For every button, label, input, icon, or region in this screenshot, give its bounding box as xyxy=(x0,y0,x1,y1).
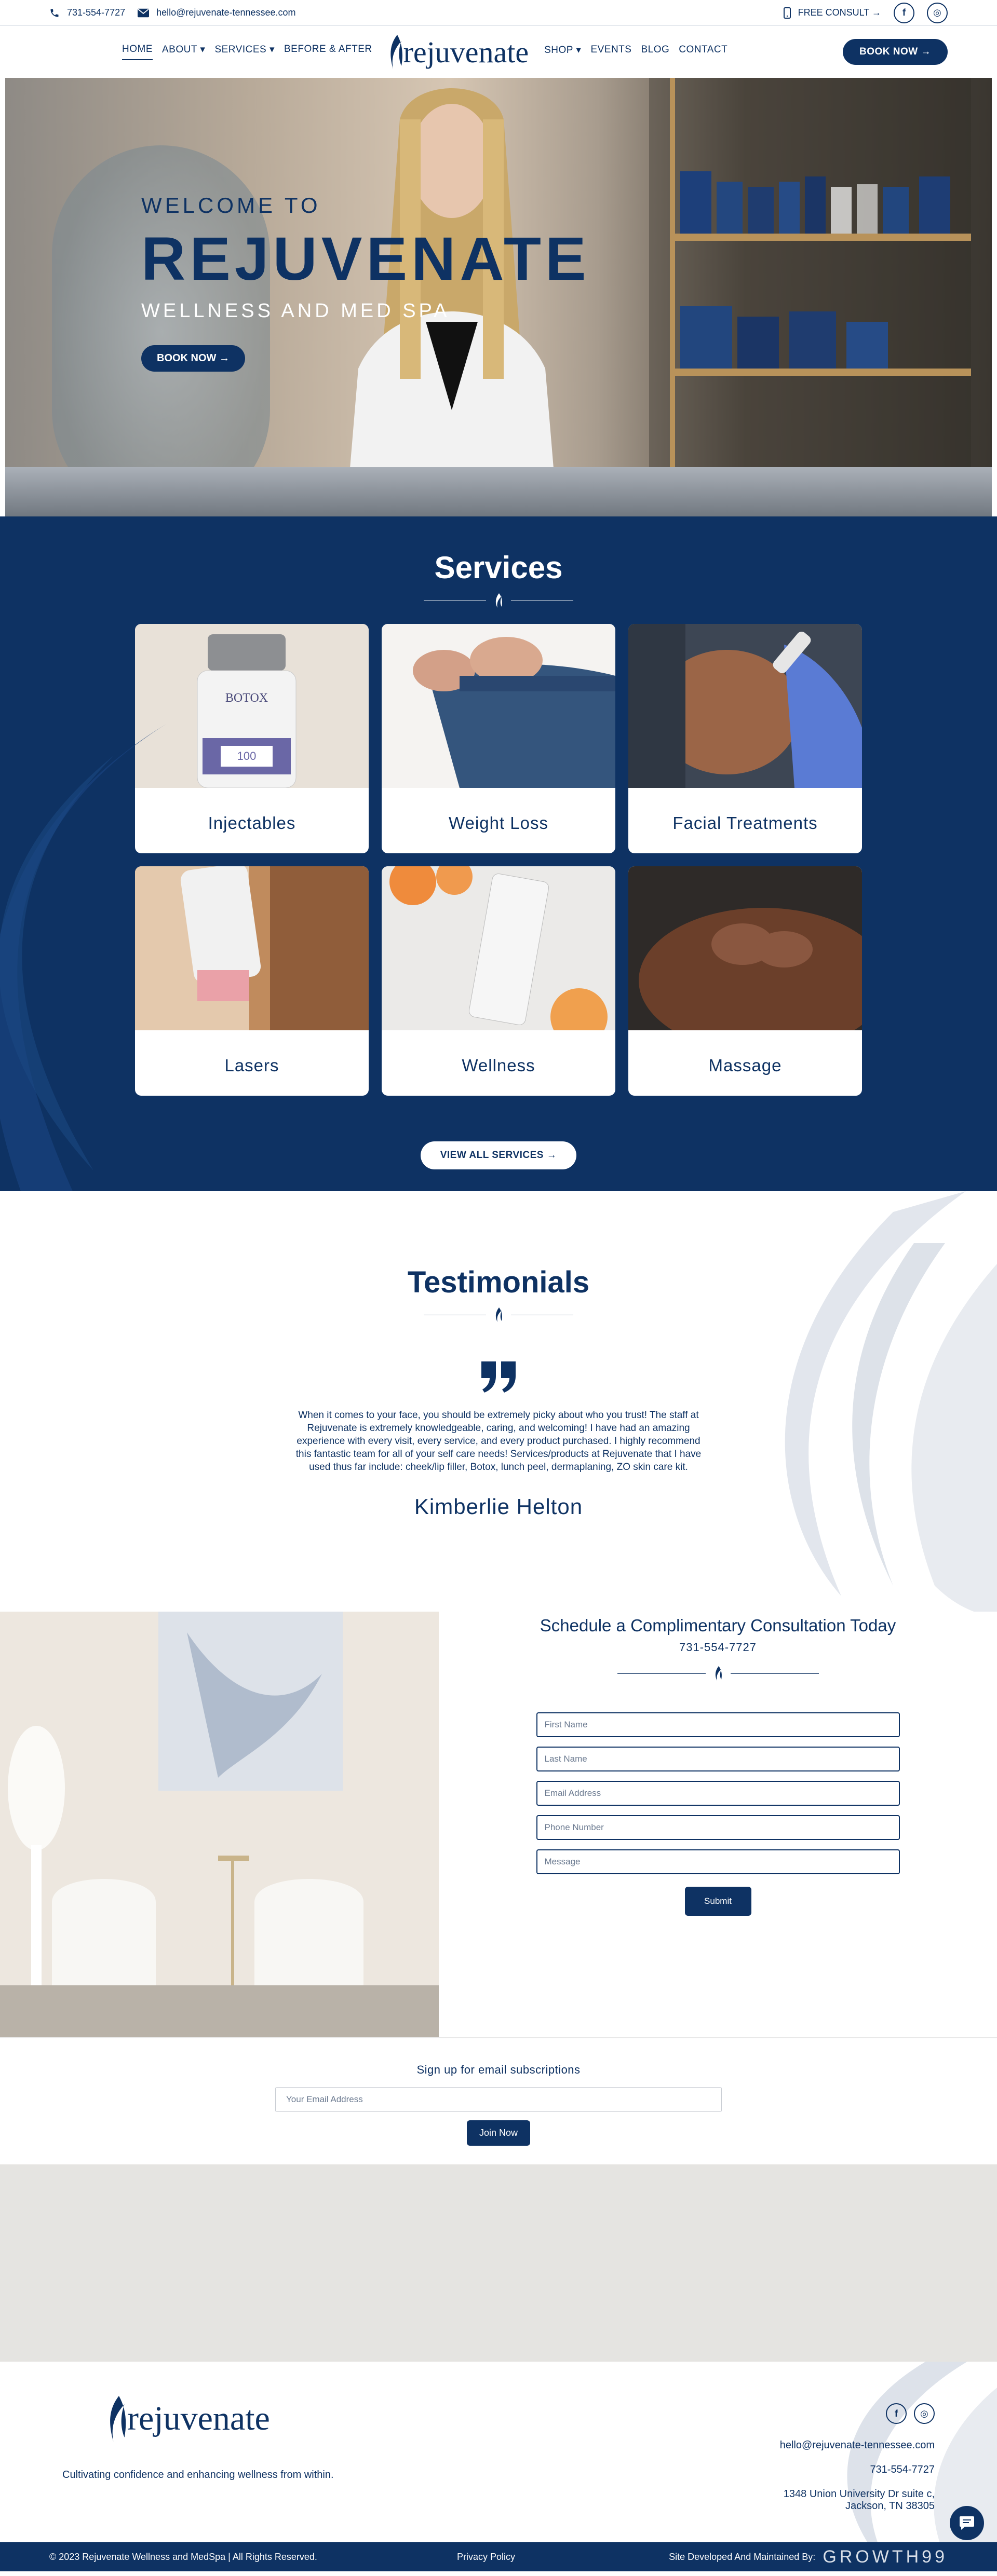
facebook-icon[interactable]: f xyxy=(894,2,914,23)
consultation-form: First Name Last Name Email Address Phone… xyxy=(536,1712,900,1916)
footer-contact: f ◎ hello@rejuvenate-tennessee.com 731-5… xyxy=(780,2403,935,2512)
testimonial-text: When it comes to your face, you should b… xyxy=(295,1410,702,1473)
hero-banner: WELCOME TO REJUVENATE WELLNESS AND MED S… xyxy=(5,78,992,516)
topbar-email-link[interactable]: hello@rejuvenate-tennessee.com xyxy=(138,7,296,18)
last-name-field[interactable]: Last Name xyxy=(536,1747,900,1771)
schedule-title-ornament xyxy=(439,1666,997,1681)
email-field[interactable]: Email Address xyxy=(536,1781,900,1806)
logo-text: rejuvenate xyxy=(403,35,529,69)
service-card-label: Wellness xyxy=(462,1056,535,1075)
message-field[interactable]: Message xyxy=(536,1849,900,1874)
footer-bottom-bar: © 2023 Rejuvenate Wellness and MedSpa | … xyxy=(0,2542,997,2571)
topbar-email-text: hello@rejuvenate-tennessee.com xyxy=(156,7,296,18)
service-card-massage[interactable]: Massage xyxy=(628,866,862,1096)
flame-ornament-icon xyxy=(715,1666,722,1681)
phone-field[interactable]: Phone Number xyxy=(536,1815,900,1840)
footer-phone[interactable]: 731-554-7727 xyxy=(780,2464,935,2476)
facial-treatments-image xyxy=(628,624,862,788)
schedule-section: Schedule a Complimentary Consultation To… xyxy=(0,1612,997,2037)
service-card-label: Facial Treatments xyxy=(672,813,818,833)
hero-floor-decor xyxy=(5,467,992,516)
topbar-phone-link[interactable]: 731-554-7727 xyxy=(49,7,125,18)
hero-welcome: WELCOME TO xyxy=(141,193,321,217)
service-card-label: Weight Loss xyxy=(449,813,548,833)
footer-logo-text: rejuvenate xyxy=(127,2400,270,2437)
nav-home[interactable]: HOME xyxy=(122,44,153,60)
privacy-policy-link[interactable]: Privacy Policy xyxy=(457,2552,515,2563)
mobile-phone-icon xyxy=(783,7,791,19)
footer-tagline: Cultivating confidence and enhancing wel… xyxy=(62,2469,334,2480)
hero-title: REJUVENATE xyxy=(141,225,590,293)
hero-text-block: WELCOME TO REJUVENATE WELLNESS AND MED S… xyxy=(141,193,590,372)
view-all-services-button[interactable]: VIEW ALL SERVICES → xyxy=(421,1141,576,1169)
newsletter-title: Sign up for email subscriptions xyxy=(416,2063,581,2076)
instagram-icon[interactable]: ◎ xyxy=(927,2,948,23)
testimonials-swirl-decor xyxy=(785,1191,997,1612)
nav-shop[interactable]: SHOP ▾ xyxy=(544,44,581,60)
mail-icon xyxy=(138,8,150,17)
flame-logo-icon xyxy=(110,2396,126,2442)
map-embed[interactable] xyxy=(0,2164,997,2362)
hero-book-now-button[interactable]: BOOK NOW → xyxy=(141,345,245,372)
nav-contact[interactable]: CONTACT xyxy=(679,44,727,60)
first-name-field[interactable]: First Name xyxy=(536,1712,900,1737)
service-card-wellness[interactable]: Wellness xyxy=(382,866,615,1096)
free-consult-label: FREE CONSULT → xyxy=(798,7,881,18)
newsletter-section: Sign up for email subscriptions Your Ema… xyxy=(0,2037,997,2164)
footer: rejuvenate Cultivating confidence and en… xyxy=(0,2362,997,2571)
nav-services[interactable]: SERVICES ▾ xyxy=(214,44,275,60)
chat-button[interactable] xyxy=(950,2506,984,2540)
nav-about[interactable]: ABOUT ▾ xyxy=(162,44,205,60)
chat-bubble-icon xyxy=(960,2516,974,2530)
wellness-image xyxy=(382,866,615,1045)
weight-loss-image xyxy=(382,624,615,788)
nav-events[interactable]: EVENTS xyxy=(590,44,631,60)
services-swirl-decor xyxy=(0,724,166,1191)
facebook-icon[interactable]: f xyxy=(886,2403,907,2424)
flame-ornament-icon xyxy=(495,1307,502,1322)
schedule-title: Schedule a Complimentary Consultation To… xyxy=(540,1616,896,1635)
growth99-logo[interactable]: GROWTH99 xyxy=(823,2547,948,2567)
schedule-phone[interactable]: 731-554-7727 xyxy=(439,1641,997,1654)
service-card-weight-loss[interactable]: Weight Loss xyxy=(382,624,615,853)
phone-icon xyxy=(50,9,59,17)
copyright-text: © 2023 Rejuvenate Wellness and MedSpa | … xyxy=(49,2551,317,2562)
flame-ornament-icon xyxy=(495,593,502,608)
footer-address-line2: Jackson, TN 38305 xyxy=(845,2500,935,2512)
developer-credit-text: Site Developed And Maintained By: xyxy=(669,2551,816,2562)
schedule-form-side: Schedule a Complimentary Consultation To… xyxy=(439,1612,997,2037)
nav-before-after[interactable]: BEFORE & AFTER xyxy=(284,44,372,60)
services-title: Services xyxy=(434,550,563,585)
svg-text:BOTOX: BOTOX xyxy=(225,691,268,705)
nav-blog[interactable]: BLOG xyxy=(641,44,669,60)
topbar-phone-text: 731-554-7727 xyxy=(67,7,126,18)
nav-book-now-button[interactable]: BOOK NOW → xyxy=(843,39,948,65)
hero-subtitle: WELLNESS AND MED SPA xyxy=(141,300,450,322)
massage-image xyxy=(628,866,862,1053)
hero-shelf-image xyxy=(649,78,971,516)
join-now-button[interactable]: Join Now xyxy=(466,2120,531,2146)
services-section: Services 100 BOTOX Injectables Weight Lo… xyxy=(0,516,997,1191)
testimonials-section: Testimonials When it comes to your face,… xyxy=(0,1191,997,1612)
newsletter-email-input[interactable]: Your Email Address xyxy=(275,2087,722,2112)
main-nav: HOME ABOUT ▾ SERVICES ▾ BEFORE & AFTER r… xyxy=(0,26,997,78)
svg-text:100: 100 xyxy=(237,749,257,762)
footer-address-line1: 1348 Union University Dr suite c, xyxy=(783,2488,935,2500)
footer-logo[interactable]: rejuvenate xyxy=(106,2393,270,2445)
site-logo[interactable]: rejuvenate xyxy=(388,34,529,70)
flame-logo-icon xyxy=(390,35,402,69)
submit-button[interactable]: Submit xyxy=(684,1887,751,1916)
footer-email[interactable]: hello@rejuvenate-tennessee.com xyxy=(780,2439,935,2451)
top-bar: 731-554-7727 hello@rejuvenate-tennessee.… xyxy=(0,0,997,26)
developer-credit: Site Developed And Maintained By: GROWTH… xyxy=(669,2547,948,2567)
service-card-facial-treatments[interactable]: Facial Treatments xyxy=(628,624,862,853)
service-card-label: Massage xyxy=(708,1056,782,1075)
lounge-photo xyxy=(0,1612,439,2037)
free-consult-link[interactable]: FREE CONSULT → xyxy=(783,7,881,19)
services-title-ornament xyxy=(0,593,997,608)
instagram-icon[interactable]: ◎ xyxy=(914,2403,935,2424)
